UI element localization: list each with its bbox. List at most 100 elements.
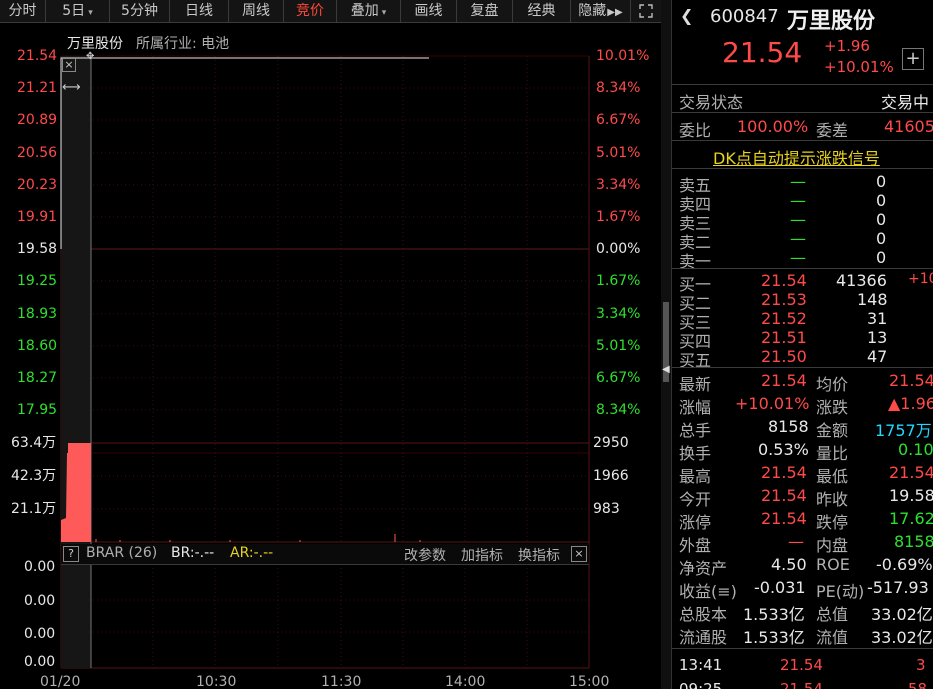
overlay-dropdown[interactable]: 叠加 <box>337 0 401 23</box>
dk-signal-link[interactable]: DK点自动提示涨跌信号 <box>713 145 880 169</box>
status-label: 交易状态 <box>679 93 744 112</box>
stat-label: 收益(≡) <box>679 582 737 601</box>
tab-intraday[interactable]: 分时 <box>0 0 46 23</box>
replay-button[interactable]: 复盘 <box>457 0 513 23</box>
pct-tick: 5.01% <box>596 145 641 161</box>
hide-button[interactable]: 隐藏▶▶ <box>571 0 631 23</box>
stat-label: 总值 <box>816 605 849 624</box>
pct-tick: 5.01% <box>596 338 641 354</box>
divider <box>672 367 933 368</box>
stat-value: 8158 <box>768 417 809 436</box>
volume-tick: 63.4万 <box>11 435 57 451</box>
buy-price: 21.53 <box>761 290 807 309</box>
pct-tick: 6.67% <box>596 370 641 386</box>
close-icon[interactable]: × <box>62 58 76 72</box>
stat-label: 总股本 <box>679 605 728 624</box>
chart-grid <box>60 55 590 669</box>
sell-level: 卖三 — 0 <box>672 210 933 233</box>
price-tick: 21.54 <box>17 48 58 64</box>
quote-panel: ❮ 600847 万里股份 21.54 +1.96 +10.01% + 交易状态… <box>671 0 933 689</box>
divider <box>672 168 933 169</box>
tick-price: 21.54 <box>780 680 823 689</box>
close-indicator-icon[interactable]: × <box>571 546 587 562</box>
volume-tick-right: 1966 <box>593 468 629 484</box>
stat-value: 33.02亿 <box>871 605 933 624</box>
stat-value: 21.54 <box>761 371 807 390</box>
stat-value: 8158 <box>894 532 933 551</box>
indicator-name[interactable]: BRAR (26) <box>86 545 157 561</box>
divider <box>672 648 933 649</box>
tick-time: 13:41 <box>679 656 723 674</box>
draw-line-button[interactable]: 画线 <box>401 0 457 23</box>
tab-5day[interactable]: 5日 <box>46 0 110 23</box>
stat-row: 流通股 1.533亿 流值 33.02亿 <box>672 624 933 647</box>
price-tick: 18.93 <box>17 306 58 322</box>
stat-label: 内盘 <box>816 536 849 555</box>
stat-row: 最新 21.54 均价 21.54 <box>672 371 933 394</box>
pct-tick: 1.67% <box>596 209 641 225</box>
tab-5min[interactable]: 5分钟 <box>110 0 170 23</box>
pct-tick: 1.67% <box>596 273 641 289</box>
collapse-arrow-icon[interactable]: ◀ <box>662 364 670 375</box>
stat-row: 净资产 4.50 ROE -0.69% <box>672 555 933 578</box>
stat-value: -517.93 <box>867 578 929 597</box>
overlay-label: 叠加 <box>350 3 379 19</box>
stat-label: 量比 <box>816 444 849 463</box>
divider <box>672 84 933 85</box>
stat-label: 昨收 <box>816 490 849 509</box>
stat-value: 21.54 <box>889 463 933 482</box>
help-icon[interactable]: ? <box>63 546 79 562</box>
tick-price: 21.54 <box>780 656 823 674</box>
buy-volume: 31 <box>867 309 888 328</box>
add-watchlist-icon[interactable]: + <box>902 48 924 70</box>
divider <box>672 268 933 269</box>
tab-weekly[interactable]: 周线 <box>229 0 284 23</box>
tab-auction[interactable]: 竞价 <box>284 0 337 23</box>
buy-volume: 47 <box>867 347 888 366</box>
sell-price: — <box>790 210 806 229</box>
stat-row: 最高 21.54 最低 21.54 <box>672 463 933 486</box>
tab-daily[interactable]: 日线 <box>170 0 229 23</box>
stat-label: 今开 <box>679 490 712 509</box>
buy-price: 21.54 <box>761 271 807 290</box>
back-chevron-icon[interactable]: ❮ <box>680 6 693 25</box>
stock-name: 万里股份 <box>787 9 876 34</box>
sell-price: — <box>790 191 806 210</box>
sell-volume: 0 <box>876 210 887 229</box>
divider <box>672 112 933 113</box>
indicator-tick: 0.00 <box>24 593 56 609</box>
switch-indicator-button[interactable]: 换指标 <box>518 545 560 565</box>
stat-value: 19.58 <box>889 486 933 505</box>
change-params-button[interactable]: 改参数 <box>404 545 446 565</box>
stat-value: +10.01% <box>735 394 810 413</box>
stat-label: 最低 <box>816 467 849 486</box>
stat-row: 涨幅 +10.01% 涨跌 ▲1.96 <box>672 394 933 417</box>
stat-label: 均价 <box>816 375 849 394</box>
stat-label: 总手 <box>679 421 712 440</box>
stat-value: 33.02亿 <box>871 628 933 647</box>
pct-tick: 8.34% <box>596 80 641 96</box>
stat-row: 外盘 — 内盘 8158 <box>672 532 933 555</box>
sell-volume: 0 <box>876 191 887 210</box>
resize-horizontal-icon[interactable]: ⟷ <box>62 80 81 95</box>
panel-splitter[interactable]: ◀ <box>661 0 671 689</box>
buy-level: 买四 21.51 13 <box>672 328 933 351</box>
wei-bi-value: 100.00% <box>737 117 809 136</box>
pct-tick: 8.34% <box>596 402 641 418</box>
price-change: +1.96 <box>824 37 870 55</box>
fullscreen-icon[interactable] <box>631 0 661 23</box>
sell-price: — <box>790 172 806 191</box>
wei-cha-label: 委差 <box>816 121 849 140</box>
stat-value: 4.50 <box>771 555 807 574</box>
classic-button[interactable]: 经典 <box>513 0 571 23</box>
price-tick: 20.23 <box>17 177 58 193</box>
stock-code: 600847 <box>710 6 779 27</box>
time-tick: 14:00 <box>445 674 486 689</box>
sell-level: 卖一 — 0 <box>672 248 933 271</box>
add-indicator-button[interactable]: 加指标 <box>461 545 503 565</box>
sell-level: 卖四 — 0 <box>672 191 933 214</box>
sell-price: — <box>790 248 806 267</box>
stat-value: -0.031 <box>754 578 806 597</box>
stat-row: 收益(≡) -0.031 PE(动) -517.93 <box>672 578 933 601</box>
stat-value: 21.54 <box>761 463 807 482</box>
